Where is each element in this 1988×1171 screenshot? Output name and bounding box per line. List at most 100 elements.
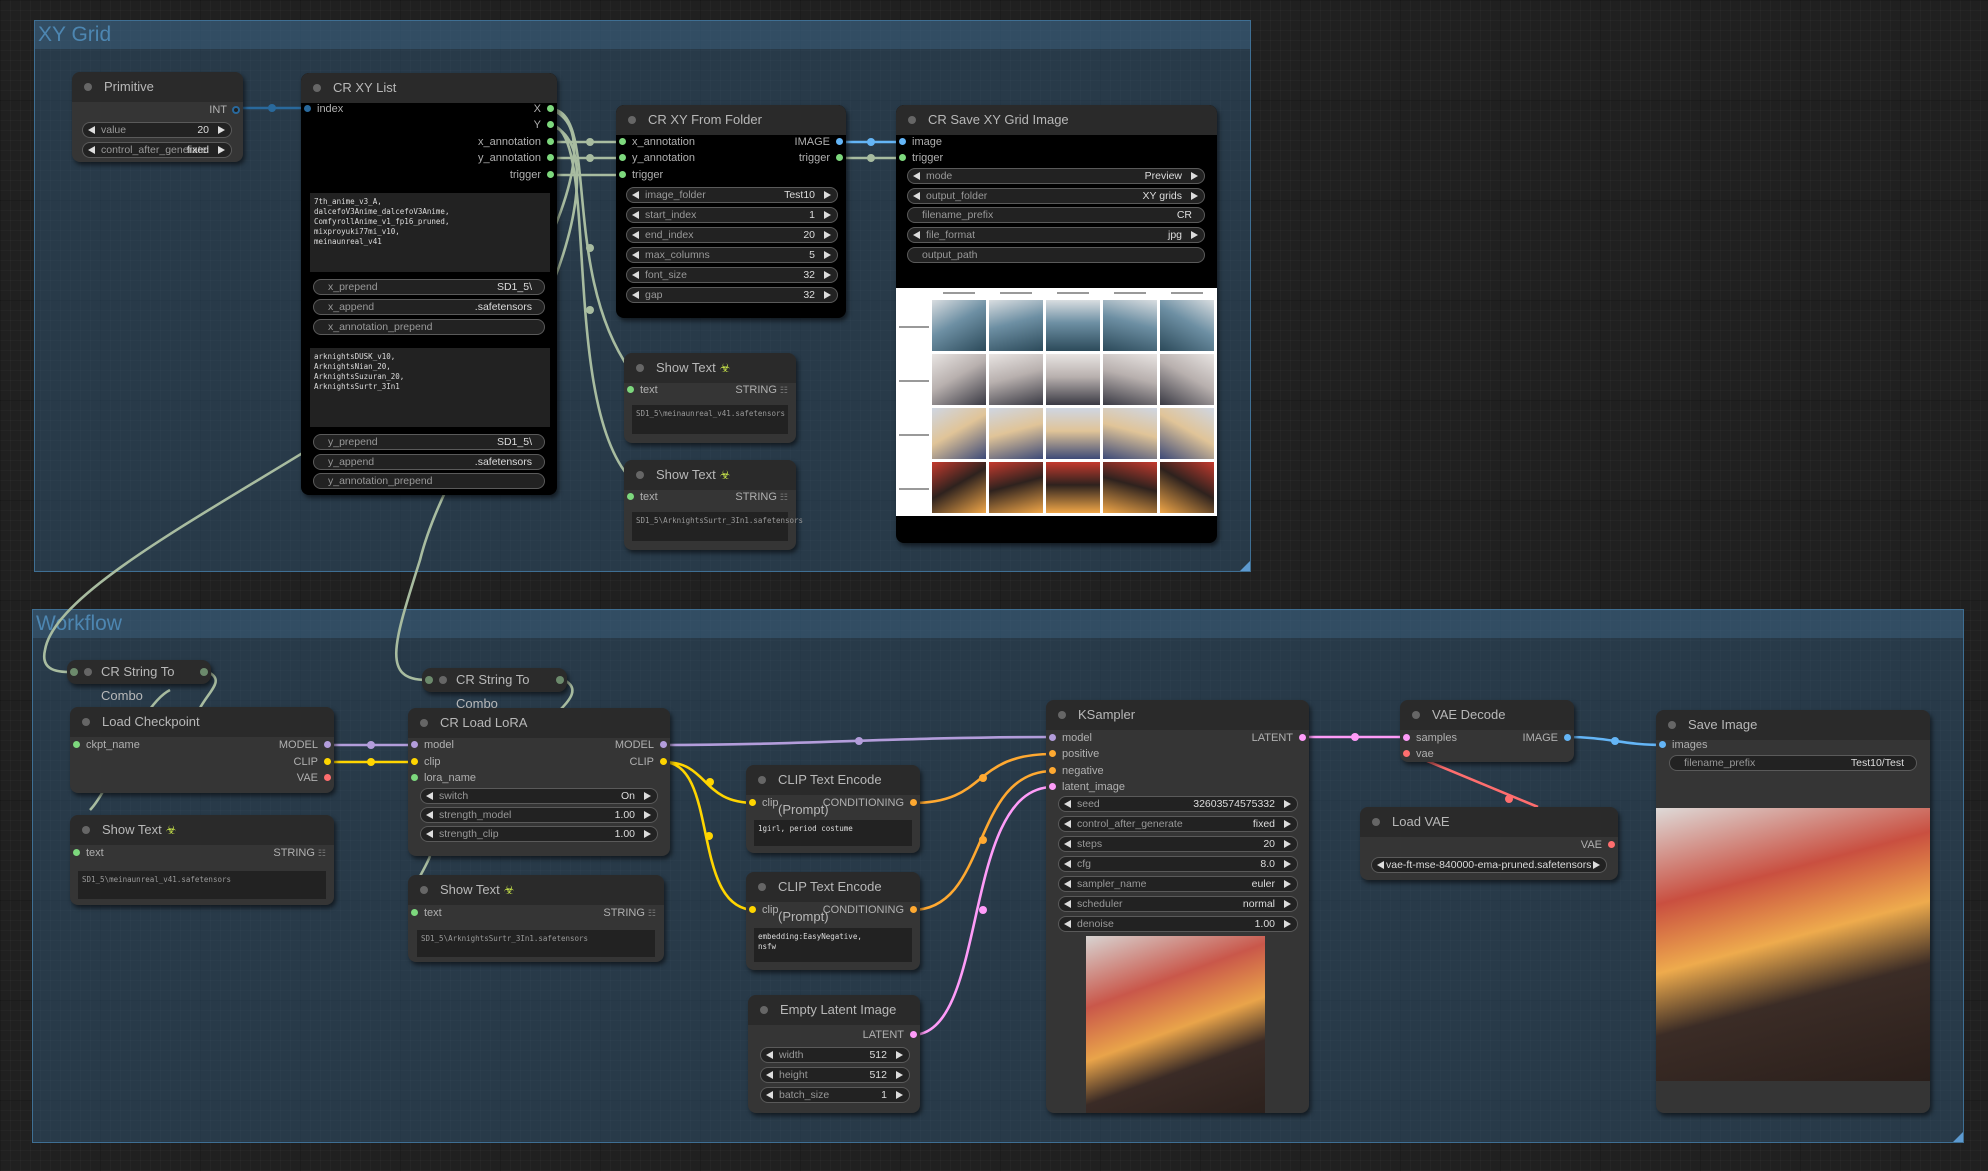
widget-start-index[interactable]: start_index 1 <box>626 207 838 223</box>
widget-value[interactable]: value 20 <box>82 122 232 138</box>
widget-font-size[interactable]: font_size 32 <box>626 267 838 283</box>
collapse-dot[interactable] <box>84 668 92 676</box>
xy-grid-preview-image[interactable] <box>896 288 1217 526</box>
output-pin[interactable] <box>547 171 554 178</box>
decrement-arrow-icon[interactable] <box>766 1091 773 1099</box>
input-pin[interactable] <box>1049 734 1056 741</box>
x-list-textarea[interactable]: 7th_anime_v3_A, dalcefoV3Anime_dalcefoV3… <box>310 193 550 272</box>
output-conditioning[interactable]: CONDITIONING <box>823 902 920 918</box>
input-text[interactable]: text <box>408 905 442 921</box>
input-text[interactable]: text <box>624 489 658 505</box>
increment-arrow-icon[interactable] <box>644 792 651 800</box>
collapse-dot[interactable] <box>1372 818 1380 826</box>
output-pin[interactable] <box>836 154 843 161</box>
text-display[interactable]: SD1_5\ArknightsSurtr_3In1.safetensors <box>632 512 803 541</box>
output-clip[interactable]: CLIP <box>294 754 334 770</box>
input-pin[interactable] <box>619 154 626 161</box>
input-pin[interactable] <box>411 741 418 748</box>
output-pin[interactable] <box>324 774 331 781</box>
widget-cfg[interactable]: cfg 8.0 <box>1058 856 1298 872</box>
widget-y-append[interactable]: y_append .safetensors <box>313 454 545 470</box>
prompt-textarea[interactable]: embedding:EasyNegative, nsfw <box>754 928 912 962</box>
collapse-dot[interactable] <box>758 883 766 891</box>
input-negative[interactable]: negative <box>1046 763 1104 779</box>
decrement-arrow-icon[interactable] <box>1064 900 1071 908</box>
input-pin[interactable] <box>411 774 418 781</box>
collapse-dot[interactable] <box>420 886 428 894</box>
increment-arrow-icon[interactable] <box>1191 172 1198 180</box>
node-title[interactable]: CR Save XY Grid Image <box>896 105 1217 135</box>
node-show-text[interactable]: Show Text ☣ text STRING ☷ SD1_5\ArknightsS… <box>624 460 803 550</box>
input-pin[interactable] <box>619 171 626 178</box>
collapse-dot[interactable] <box>439 676 447 684</box>
increment-arrow-icon[interactable] <box>1593 861 1600 869</box>
output-pin[interactable] <box>910 1031 917 1038</box>
decrement-arrow-icon[interactable] <box>632 191 639 199</box>
node-show-text[interactable]: Show Text ☣ text STRING ☷ SD1_5\meinaunrea… <box>70 815 334 905</box>
increment-arrow-icon[interactable] <box>824 291 831 299</box>
increment-arrow-icon[interactable] <box>824 251 831 259</box>
output-clip[interactable]: CLIP <box>630 754 670 770</box>
input-trigger[interactable]: trigger <box>616 167 663 183</box>
input-samples[interactable]: samples <box>1400 730 1457 746</box>
output-y-annotation[interactable]: y_annotation <box>478 150 557 166</box>
node-title[interactable]: Load Checkpoint <box>70 707 334 737</box>
input-positive[interactable]: positive <box>1046 746 1099 762</box>
node-cr-string-to-combo[interactable]: CR String To Combo <box>422 668 567 711</box>
text-display[interactable]: SD1_5\ArknightsSurtr_3In1.safetensors <box>417 930 655 957</box>
decrement-arrow-icon[interactable] <box>1064 820 1071 828</box>
node-title[interactable]: VAE Decode <box>1400 700 1574 730</box>
output-pin[interactable] <box>547 154 554 161</box>
increment-arrow-icon[interactable] <box>644 811 651 819</box>
input-pin[interactable] <box>425 676 433 684</box>
collapse-dot[interactable] <box>628 116 636 124</box>
output-trigger[interactable]: trigger <box>799 150 846 166</box>
increment-arrow-icon[interactable] <box>1284 840 1291 848</box>
input-text[interactable]: text <box>624 382 658 398</box>
decrement-arrow-icon[interactable] <box>426 811 433 819</box>
input-ckpt-name[interactable]: ckpt_name <box>70 737 140 753</box>
output-pin[interactable] <box>547 138 554 145</box>
output-conditioning[interactable]: CONDITIONING <box>823 795 920 811</box>
increment-arrow-icon[interactable] <box>824 191 831 199</box>
node-title[interactable]: CR XY List <box>301 73 557 103</box>
collapse-dot[interactable] <box>420 719 428 727</box>
decrement-arrow-icon[interactable] <box>426 792 433 800</box>
node-show-text[interactable]: Show Text ☣ text STRING ☷ SD1_5\meinaunrea… <box>624 353 796 443</box>
node-clip-text-encode-positive[interactable]: CLIP Text Encode (Prompt) clip CONDITION… <box>746 765 920 853</box>
output-int[interactable]: INT <box>209 102 243 118</box>
widget-width[interactable]: width 512 <box>760 1047 910 1063</box>
input-trigger[interactable]: trigger <box>896 150 943 166</box>
widget-x-append[interactable]: x_append .safetensors <box>313 299 545 315</box>
node-title[interactable]: Show Text ☣ <box>624 460 796 490</box>
output-pin[interactable] <box>324 741 331 748</box>
increment-arrow-icon[interactable] <box>1284 820 1291 828</box>
collapse-dot[interactable] <box>636 471 644 479</box>
widget-steps[interactable]: steps 20 <box>1058 836 1298 852</box>
group-title[interactable]: XY Grid <box>35 21 1250 49</box>
group-resize-handle[interactable] <box>1240 561 1250 571</box>
group-resize-handle[interactable] <box>1953 1132 1963 1142</box>
output-latent[interactable]: LATENT <box>1252 730 1309 746</box>
input-latent-image[interactable]: latent_image <box>1046 779 1125 795</box>
collapse-dot[interactable] <box>1412 711 1420 719</box>
decrement-arrow-icon[interactable] <box>913 231 920 239</box>
input-pin[interactable] <box>749 906 756 913</box>
widget-end-index[interactable]: end_index 20 <box>626 227 838 243</box>
increment-arrow-icon[interactable] <box>1191 231 1198 239</box>
collapse-dot[interactable] <box>1058 711 1066 719</box>
input-clip[interactable]: clip <box>408 754 441 770</box>
decrement-arrow-icon[interactable] <box>1064 920 1071 928</box>
node-show-text[interactable]: Show Text ☣ text STRING ☷ SD1_5\ArknightsS… <box>408 875 664 962</box>
increment-arrow-icon[interactable] <box>1191 192 1198 200</box>
increment-arrow-icon[interactable] <box>824 271 831 279</box>
widget-output-folder[interactable]: output_folder XY grids <box>907 188 1205 204</box>
widget-output-path[interactable]: output_path <box>907 247 1205 263</box>
node-title[interactable]: CR Load LoRA <box>408 708 670 738</box>
node-load-vae[interactable]: Load VAE VAE vae-ft-mse-840000-ema-prune… <box>1360 807 1618 880</box>
group-title[interactable]: Workflow <box>33 610 1963 638</box>
output-image[interactable]: IMAGE <box>1523 730 1574 746</box>
output-string[interactable]: STRING ☷ <box>603 905 664 921</box>
widget-y-annotation-prepend[interactable]: y_annotation_prepend <box>313 473 545 489</box>
text-display[interactable]: SD1_5\meinaunreal_v41.safetensors <box>78 871 326 899</box>
